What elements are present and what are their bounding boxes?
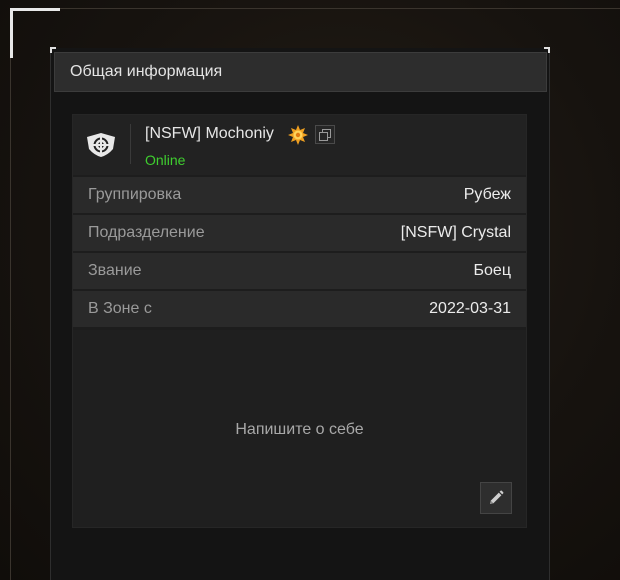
info-label: Подразделение: [88, 224, 205, 241]
info-value: Боец: [473, 262, 511, 279]
profile-header: [73, 115, 526, 175]
info-row-rank: Звание Боец: [73, 253, 526, 289]
profile-divider: [130, 124, 131, 164]
app-background: Общая информация [NSFW] Mochoniy Online …: [0, 0, 620, 580]
info-value: 2022-03-31: [429, 300, 511, 317]
info-label: В Зоне с: [88, 300, 152, 317]
info-row-faction: Группировка Рубеж: [73, 177, 526, 213]
sun-badge-icon[interactable]: [288, 125, 308, 145]
info-label: Звание: [88, 262, 142, 279]
copy-icon: [319, 128, 331, 141]
info-value: [NSFW] Crystal: [400, 224, 511, 241]
info-row-zone-since: В Зоне с 2022-03-31: [73, 291, 526, 327]
edit-about-button[interactable]: [480, 482, 512, 514]
online-status: Online: [145, 152, 186, 168]
crosshair-shield-icon: [87, 133, 115, 157]
copy-name-button[interactable]: [315, 125, 335, 144]
panel-title: Общая информация: [54, 52, 547, 92]
info-value: Рубеж: [463, 186, 511, 203]
about-me-placeholder: Напишите о себе: [235, 421, 364, 438]
pencil-icon: [490, 490, 504, 504]
player-name: [NSFW] Mochoniy: [145, 125, 274, 142]
info-row-division: Подразделение [NSFW] Crystal: [73, 215, 526, 251]
outer-frame-top-line: [58, 8, 620, 9]
info-label: Группировка: [88, 186, 182, 203]
